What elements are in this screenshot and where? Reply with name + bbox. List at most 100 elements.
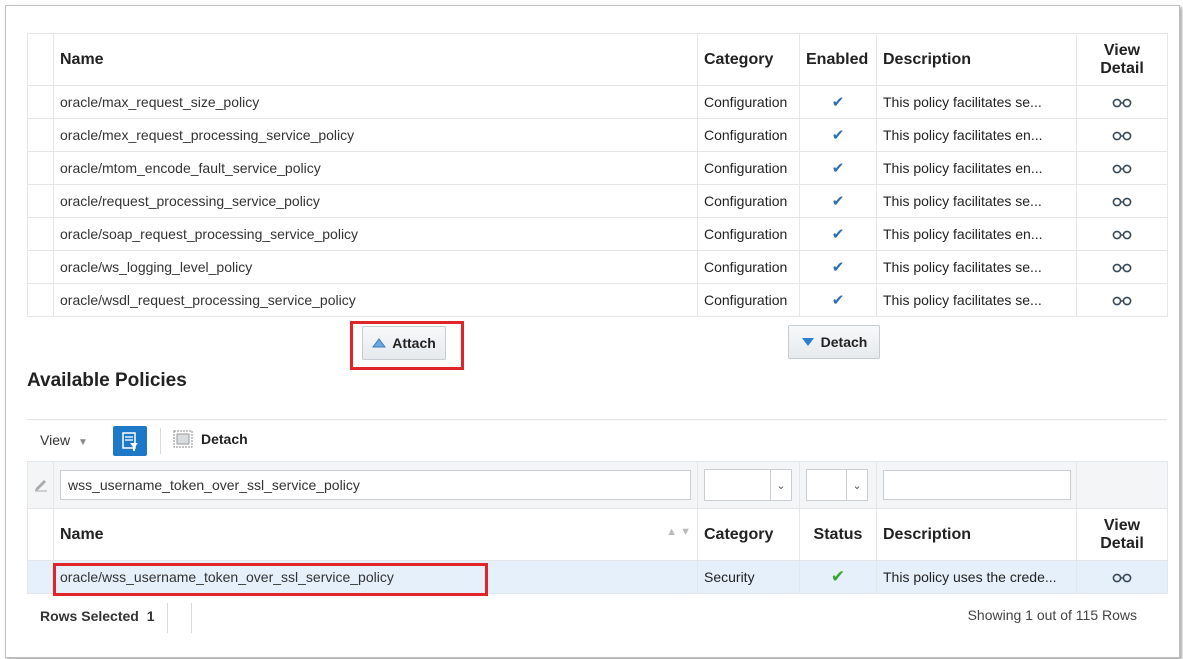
detach-button[interactable]: Detach: [788, 325, 880, 359]
view-detail-filter-cell: [1076, 461, 1168, 509]
view-detail-cell[interactable]: [1076, 118, 1168, 152]
glasses-icon[interactable]: [1111, 296, 1133, 306]
glasses-icon[interactable]: [1111, 197, 1133, 207]
glasses-icon[interactable]: [1111, 263, 1133, 273]
attached-header-row: Name Category Enabled Description View De…: [27, 33, 1168, 86]
row-gutter: [27, 217, 54, 251]
policy-name[interactable]: oracle/ws_logging_level_policy: [53, 250, 698, 284]
policy-description: This policy facilitates en...: [876, 151, 1077, 185]
policy-category: Configuration: [697, 217, 800, 251]
view-detail-cell[interactable]: [1076, 560, 1168, 594]
row-gutter: [27, 560, 54, 594]
toolbar-divider: [160, 428, 161, 454]
check-icon: ✔: [831, 94, 845, 111]
row-gutter: [27, 184, 54, 218]
check-icon: ✔: [831, 127, 845, 144]
sort-arrows-icon[interactable]: ▲ ▼: [666, 526, 691, 538]
table-row[interactable]: oracle/request_processing_service_policy…: [27, 184, 1168, 218]
attach-highlight: [350, 321, 464, 370]
table-row[interactable]: oracle/max_request_size_policy Configurat…: [27, 85, 1168, 119]
view-detail-cell[interactable]: [1076, 151, 1168, 185]
category-filter-cell: ⌄: [697, 461, 800, 509]
view-detail-line2: Detail: [1100, 534, 1144, 552]
view-detail-cell[interactable]: [1076, 85, 1168, 119]
column-header-description[interactable]: Description: [876, 33, 1077, 86]
category-filter-select[interactable]: ⌄: [704, 469, 792, 501]
policy-enabled: ✔: [799, 118, 877, 152]
column-header-view-detail[interactable]: View Detail: [1076, 33, 1168, 86]
column-header-enabled[interactable]: Enabled: [799, 33, 877, 86]
name-filter-input[interactable]: wss_username_token_over_ssl_service_poli…: [60, 470, 691, 500]
view-detail-cell[interactable]: [1076, 217, 1168, 251]
glasses-icon[interactable]: [1111, 98, 1133, 108]
rows-selected-count: 1: [146, 608, 155, 624]
policy-category: Configuration: [697, 85, 800, 119]
view-menu[interactable]: View ▼: [40, 432, 88, 448]
column-header-view-detail[interactable]: View Detail: [1076, 508, 1168, 561]
row-gutter: [27, 151, 54, 185]
policy-name[interactable]: oracle/request_processing_service_policy: [53, 184, 698, 218]
table-row[interactable]: oracle/mtom_encode_fault_service_policy C…: [27, 151, 1168, 185]
glasses-icon[interactable]: [1111, 131, 1133, 141]
row-gutter: [27, 85, 54, 119]
chevron-down-icon: ⌄: [776, 479, 786, 492]
policy-name[interactable]: oracle/soap_request_processing_service_p…: [53, 217, 698, 251]
detach-window-icon: [173, 430, 193, 448]
available-toolbar: View ▼ Detach: [27, 419, 1167, 462]
policy-name[interactable]: oracle/max_request_size_policy: [53, 85, 698, 119]
policy-name[interactable]: oracle/mex_request_processing_service_po…: [53, 118, 698, 152]
attached-body: oracle/max_request_size_policy Configurat…: [27, 85, 1168, 317]
available-header-row: Name ▲ ▼ Category Status Description Vie…: [27, 508, 1168, 561]
rows-selected-label: Rows Selected: [40, 608, 139, 624]
glasses-icon[interactable]: [1111, 230, 1133, 240]
available-policies-heading: Available Policies: [27, 370, 187, 391]
column-header-status[interactable]: Status: [799, 508, 877, 561]
view-detail-cell[interactable]: [1076, 184, 1168, 218]
column-header-category[interactable]: Category: [697, 508, 800, 561]
policy-description: This policy facilitates se...: [876, 283, 1077, 317]
policy-description: This policy facilitates en...: [876, 217, 1077, 251]
toolbar-detach-button[interactable]: Detach: [173, 430, 248, 448]
policy-enabled: ✔: [799, 85, 877, 119]
status-filter-select[interactable]: ⌄: [806, 469, 868, 501]
gutter-header: [27, 508, 54, 561]
policy-description: This policy facilitates se...: [876, 250, 1077, 284]
column-header-category[interactable]: Category: [697, 33, 800, 86]
view-menu-label: View: [40, 432, 71, 448]
policy-description: This policy facilitates se...: [876, 85, 1077, 119]
policy-category: Configuration: [697, 250, 800, 284]
policy-enabled: ✔: [799, 217, 877, 251]
toolbar-detach-label: Detach: [201, 431, 248, 447]
policy-enabled: ✔: [799, 151, 877, 185]
column-header-description[interactable]: Description: [876, 508, 1077, 561]
view-detail-cell[interactable]: [1076, 283, 1168, 317]
query-filter-button[interactable]: [113, 426, 147, 456]
check-icon: ✔: [831, 193, 845, 210]
policy-name[interactable]: oracle/mtom_encode_fault_service_policy: [53, 151, 698, 185]
column-header-name[interactable]: Name ▲ ▼: [53, 508, 698, 561]
glasses-icon[interactable]: [1111, 164, 1133, 174]
policy-category: Configuration: [697, 151, 800, 185]
status-filter-cell: ⌄: [799, 461, 877, 509]
table-row[interactable]: oracle/wsdl_request_processing_service_p…: [27, 283, 1168, 317]
view-detail-line1: View: [1103, 41, 1141, 59]
row-count-status: Showing 1 out of 115 Rows: [967, 607, 1137, 623]
policy-status: ✔: [799, 560, 877, 594]
view-detail-cell[interactable]: [1076, 250, 1168, 284]
table-row[interactable]: oracle/mex_request_processing_service_po…: [27, 118, 1168, 152]
filter-row: wss_username_token_over_ssl_service_poli…: [27, 461, 1168, 509]
description-filter-cell: [876, 461, 1077, 509]
column-header-name[interactable]: Name: [53, 33, 698, 86]
query-filter-icon: [122, 432, 138, 451]
table-row[interactable]: oracle/ws_logging_level_policy Configurat…: [27, 250, 1168, 284]
policy-category: Configuration: [697, 118, 800, 152]
description-filter-input[interactable]: [883, 470, 1071, 500]
policy-category: Configuration: [697, 184, 800, 218]
policy-category: Security: [697, 560, 800, 594]
glasses-icon[interactable]: [1111, 573, 1133, 583]
chevron-down-icon: ▼: [77, 437, 88, 448]
footer-divider: [191, 603, 192, 633]
gutter-header: [27, 33, 54, 86]
table-row[interactable]: oracle/soap_request_processing_service_p…: [27, 217, 1168, 251]
policy-name[interactable]: oracle/wsdl_request_processing_service_p…: [53, 283, 698, 317]
